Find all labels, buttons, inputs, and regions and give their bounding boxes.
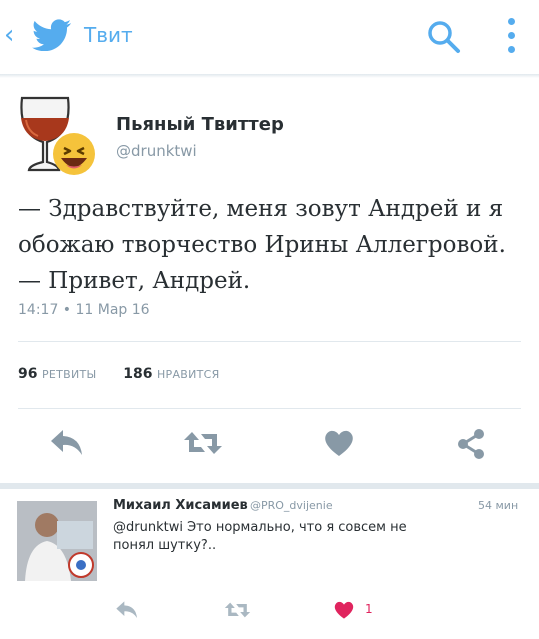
reply-icon[interactable] bbox=[49, 428, 85, 458]
likes-label[interactable]: НРАВИТСЯ bbox=[157, 368, 220, 381]
more-vertical-icon[interactable] bbox=[504, 16, 520, 56]
author-display-name[interactable]: Пьяный Твиттер bbox=[116, 114, 284, 135]
reply-like-count: 1 bbox=[365, 602, 373, 616]
tweet-text-line: — Привет, Андрей. bbox=[18, 268, 251, 294]
author-handle[interactable]: @drunktwi bbox=[116, 142, 197, 160]
likes-count[interactable]: 186 bbox=[123, 366, 152, 382]
retweets-label[interactable]: РЕТВИТЫ bbox=[42, 368, 97, 381]
top-bar: ‹ Твит bbox=[0, 0, 539, 74]
reply-icon[interactable] bbox=[115, 600, 139, 620]
divider bbox=[18, 408, 521, 409]
heart-filled-icon[interactable] bbox=[333, 600, 355, 620]
tweet-stats: 96 РЕТВИТЫ 186 НРАВИТСЯ bbox=[18, 366, 220, 382]
page-title: Твит bbox=[84, 23, 133, 47]
retweet-icon[interactable] bbox=[183, 428, 223, 458]
heart-icon[interactable] bbox=[323, 428, 355, 458]
reply-avatar[interactable] bbox=[17, 501, 97, 581]
back-chevron-icon[interactable]: ‹ bbox=[4, 20, 14, 50]
tweet-text-line: обожаю творчество Ирины Аллегровой. bbox=[18, 232, 506, 258]
retweets-count[interactable]: 96 bbox=[18, 366, 37, 382]
retweet-icon[interactable] bbox=[224, 600, 251, 620]
search-icon[interactable] bbox=[426, 19, 462, 55]
person-photo-icon bbox=[17, 501, 97, 581]
reply-author-name[interactable]: Михаил Хисамиев bbox=[113, 498, 248, 513]
reply-author-handle[interactable]: @PRO_dvijenie bbox=[250, 499, 333, 512]
twitter-bird-icon[interactable] bbox=[32, 19, 72, 51]
reply-time: 54 мин bbox=[478, 499, 519, 512]
share-icon[interactable] bbox=[455, 428, 487, 460]
brandy-glass-laughing-emoji-icon[interactable] bbox=[16, 92, 100, 178]
tweet-text: — Здравствуйте, меня зовут Андрей и я об… bbox=[18, 191, 523, 299]
tweet-text-line: — Здравствуйте, меня зовут Андрей и я bbox=[18, 196, 504, 222]
tweet-timestamp: 14:17 • 11 Мар 16 bbox=[18, 302, 150, 318]
header-shadow bbox=[0, 74, 539, 78]
divider bbox=[18, 341, 521, 342]
reply-text: @drunktwi Это нормально, что я совсем не… bbox=[113, 520, 407, 553]
section-separator bbox=[0, 483, 539, 489]
